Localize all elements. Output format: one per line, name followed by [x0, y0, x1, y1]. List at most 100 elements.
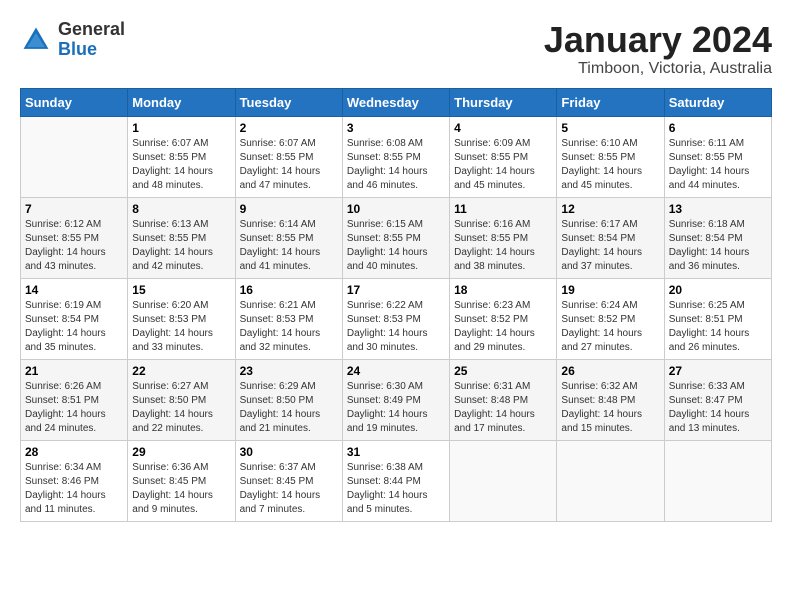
day-number: 22 — [132, 364, 230, 378]
day-info: Sunrise: 6:16 AMSunset: 8:55 PMDaylight:… — [454, 218, 552, 274]
day-info: Sunrise: 6:19 AMSunset: 8:54 PMDaylight:… — [25, 299, 123, 355]
logo-blue-text: Blue — [58, 39, 97, 59]
calendar-cell: 12 Sunrise: 6:17 AMSunset: 8:54 PMDaylig… — [557, 197, 664, 278]
calendar-cell: 18 Sunrise: 6:23 AMSunset: 8:52 PMDaylig… — [450, 278, 557, 359]
calendar-week-4: 21 Sunrise: 6:26 AMSunset: 8:51 PMDaylig… — [21, 359, 772, 440]
calendar-cell: 23 Sunrise: 6:29 AMSunset: 8:50 PMDaylig… — [235, 359, 342, 440]
day-number: 3 — [347, 121, 445, 135]
location: Timboon, Victoria, Australia — [544, 60, 772, 78]
day-info: Sunrise: 6:22 AMSunset: 8:53 PMDaylight:… — [347, 299, 445, 355]
day-info: Sunrise: 6:32 AMSunset: 8:48 PMDaylight:… — [561, 380, 659, 436]
day-number: 8 — [132, 202, 230, 216]
day-number: 12 — [561, 202, 659, 216]
calendar-cell: 31 Sunrise: 6:38 AMSunset: 8:44 PMDaylig… — [342, 440, 449, 521]
day-number: 27 — [669, 364, 767, 378]
day-number: 2 — [240, 121, 338, 135]
day-number: 19 — [561, 283, 659, 297]
calendar-cell: 10 Sunrise: 6:15 AMSunset: 8:55 PMDaylig… — [342, 197, 449, 278]
calendar-cell: 20 Sunrise: 6:25 AMSunset: 8:51 PMDaylig… — [664, 278, 771, 359]
day-number: 17 — [347, 283, 445, 297]
calendar-table: SundayMondayTuesdayWednesdayThursdayFrid… — [20, 88, 772, 522]
calendar-cell — [664, 440, 771, 521]
calendar-cell: 4 Sunrise: 6:09 AMSunset: 8:55 PMDayligh… — [450, 116, 557, 197]
day-number: 13 — [669, 202, 767, 216]
day-number: 16 — [240, 283, 338, 297]
day-info: Sunrise: 6:07 AMSunset: 8:55 PMDaylight:… — [240, 137, 338, 193]
month-year: January 2024 — [544, 20, 772, 60]
day-info: Sunrise: 6:07 AMSunset: 8:55 PMDaylight:… — [132, 137, 230, 193]
day-info: Sunrise: 6:17 AMSunset: 8:54 PMDaylight:… — [561, 218, 659, 274]
day-info: Sunrise: 6:33 AMSunset: 8:47 PMDaylight:… — [669, 380, 767, 436]
calendar-cell: 11 Sunrise: 6:16 AMSunset: 8:55 PMDaylig… — [450, 197, 557, 278]
day-number: 6 — [669, 121, 767, 135]
day-info: Sunrise: 6:38 AMSunset: 8:44 PMDaylight:… — [347, 461, 445, 517]
calendar-cell: 3 Sunrise: 6:08 AMSunset: 8:55 PMDayligh… — [342, 116, 449, 197]
calendar-cell: 19 Sunrise: 6:24 AMSunset: 8:52 PMDaylig… — [557, 278, 664, 359]
day-info: Sunrise: 6:36 AMSunset: 8:45 PMDaylight:… — [132, 461, 230, 517]
day-info: Sunrise: 6:25 AMSunset: 8:51 PMDaylight:… — [669, 299, 767, 355]
calendar-cell — [450, 440, 557, 521]
calendar-cell: 22 Sunrise: 6:27 AMSunset: 8:50 PMDaylig… — [128, 359, 235, 440]
day-number: 23 — [240, 364, 338, 378]
calendar-cell: 26 Sunrise: 6:32 AMSunset: 8:48 PMDaylig… — [557, 359, 664, 440]
day-info: Sunrise: 6:23 AMSunset: 8:52 PMDaylight:… — [454, 299, 552, 355]
day-info: Sunrise: 6:15 AMSunset: 8:55 PMDaylight:… — [347, 218, 445, 274]
calendar-cell: 14 Sunrise: 6:19 AMSunset: 8:54 PMDaylig… — [21, 278, 128, 359]
calendar-cell: 9 Sunrise: 6:14 AMSunset: 8:55 PMDayligh… — [235, 197, 342, 278]
day-number: 25 — [454, 364, 552, 378]
calendar-cell: 25 Sunrise: 6:31 AMSunset: 8:48 PMDaylig… — [450, 359, 557, 440]
day-number: 31 — [347, 445, 445, 459]
header-day-wednesday: Wednesday — [342, 88, 449, 116]
day-info: Sunrise: 6:30 AMSunset: 8:49 PMDaylight:… — [347, 380, 445, 436]
calendar-cell: 16 Sunrise: 6:21 AMSunset: 8:53 PMDaylig… — [235, 278, 342, 359]
calendar-cell: 17 Sunrise: 6:22 AMSunset: 8:53 PMDaylig… — [342, 278, 449, 359]
calendar-cell: 7 Sunrise: 6:12 AMSunset: 8:55 PMDayligh… — [21, 197, 128, 278]
day-info: Sunrise: 6:24 AMSunset: 8:52 PMDaylight:… — [561, 299, 659, 355]
logo-icon — [20, 24, 52, 56]
day-number: 26 — [561, 364, 659, 378]
logo: General Blue — [20, 20, 125, 60]
calendar-cell: 28 Sunrise: 6:34 AMSunset: 8:46 PMDaylig… — [21, 440, 128, 521]
calendar-cell: 6 Sunrise: 6:11 AMSunset: 8:55 PMDayligh… — [664, 116, 771, 197]
day-number: 4 — [454, 121, 552, 135]
calendar-cell: 5 Sunrise: 6:10 AMSunset: 8:55 PMDayligh… — [557, 116, 664, 197]
calendar-week-3: 14 Sunrise: 6:19 AMSunset: 8:54 PMDaylig… — [21, 278, 772, 359]
day-number: 18 — [454, 283, 552, 297]
calendar-cell — [21, 116, 128, 197]
header-day-friday: Friday — [557, 88, 664, 116]
day-info: Sunrise: 6:11 AMSunset: 8:55 PMDaylight:… — [669, 137, 767, 193]
day-number: 24 — [347, 364, 445, 378]
calendar-week-5: 28 Sunrise: 6:34 AMSunset: 8:46 PMDaylig… — [21, 440, 772, 521]
day-info: Sunrise: 6:13 AMSunset: 8:55 PMDaylight:… — [132, 218, 230, 274]
day-info: Sunrise: 6:18 AMSunset: 8:54 PMDaylight:… — [669, 218, 767, 274]
day-info: Sunrise: 6:10 AMSunset: 8:55 PMDaylight:… — [561, 137, 659, 193]
day-number: 1 — [132, 121, 230, 135]
calendar-cell: 21 Sunrise: 6:26 AMSunset: 8:51 PMDaylig… — [21, 359, 128, 440]
calendar-cell: 15 Sunrise: 6:20 AMSunset: 8:53 PMDaylig… — [128, 278, 235, 359]
day-number: 14 — [25, 283, 123, 297]
calendar-cell: 8 Sunrise: 6:13 AMSunset: 8:55 PMDayligh… — [128, 197, 235, 278]
day-info: Sunrise: 6:09 AMSunset: 8:55 PMDaylight:… — [454, 137, 552, 193]
header-day-saturday: Saturday — [664, 88, 771, 116]
calendar-cell: 27 Sunrise: 6:33 AMSunset: 8:47 PMDaylig… — [664, 359, 771, 440]
day-info: Sunrise: 6:37 AMSunset: 8:45 PMDaylight:… — [240, 461, 338, 517]
day-number: 9 — [240, 202, 338, 216]
header: General Blue January 2024 Timboon, Victo… — [20, 20, 772, 78]
day-number: 11 — [454, 202, 552, 216]
calendar-cell: 29 Sunrise: 6:36 AMSunset: 8:45 PMDaylig… — [128, 440, 235, 521]
day-number: 21 — [25, 364, 123, 378]
title-area: January 2024 Timboon, Victoria, Australi… — [544, 20, 772, 78]
day-number: 29 — [132, 445, 230, 459]
calendar-cell: 24 Sunrise: 6:30 AMSunset: 8:49 PMDaylig… — [342, 359, 449, 440]
calendar-cell: 1 Sunrise: 6:07 AMSunset: 8:55 PMDayligh… — [128, 116, 235, 197]
logo-general-text: General — [58, 19, 125, 39]
calendar-cell: 2 Sunrise: 6:07 AMSunset: 8:55 PMDayligh… — [235, 116, 342, 197]
header-day-monday: Monday — [128, 88, 235, 116]
day-info: Sunrise: 6:08 AMSunset: 8:55 PMDaylight:… — [347, 137, 445, 193]
calendar-cell — [557, 440, 664, 521]
calendar-week-1: 1 Sunrise: 6:07 AMSunset: 8:55 PMDayligh… — [21, 116, 772, 197]
day-info: Sunrise: 6:29 AMSunset: 8:50 PMDaylight:… — [240, 380, 338, 436]
day-number: 7 — [25, 202, 123, 216]
header-day-sunday: Sunday — [21, 88, 128, 116]
header-day-thursday: Thursday — [450, 88, 557, 116]
